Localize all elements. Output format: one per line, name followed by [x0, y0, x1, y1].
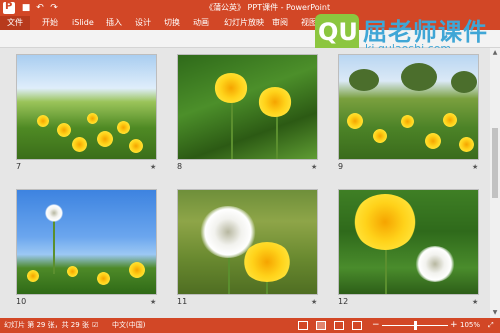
dandelion — [443, 113, 457, 127]
transition-star-icon: ★ — [472, 163, 479, 171]
slide-thumbnail-7[interactable] — [16, 54, 157, 160]
dandelion — [87, 113, 98, 124]
transition-star-icon: ★ — [150, 298, 157, 306]
dandelion — [214, 73, 248, 103]
save-icon[interactable]: ■ — [20, 2, 32, 14]
tab-slideshow[interactable]: 幻灯片放映 — [224, 16, 264, 30]
transition-star-icon: ★ — [311, 298, 318, 306]
reading-view-icon[interactable] — [334, 321, 344, 330]
zoom-slider-thumb[interactable] — [414, 321, 417, 330]
tree — [401, 63, 437, 91]
dandelion — [72, 137, 87, 152]
dandelion — [373, 129, 387, 143]
tree — [349, 69, 379, 91]
slide-thumbnail-9[interactable] — [338, 54, 479, 160]
slide-thumbnail-10[interactable] — [16, 189, 157, 295]
transition-star-icon: ★ — [150, 163, 157, 171]
tab-home[interactable]: 开始 — [42, 16, 58, 30]
spellcheck-icon[interactable]: ☑ — [92, 320, 98, 331]
zoom-in-button[interactable]: + — [450, 320, 458, 331]
slide-number-11: 11 — [177, 297, 188, 306]
scroll-thumb[interactable] — [492, 128, 498, 198]
tab-insert[interactable]: 插入 — [106, 16, 122, 30]
tab-review[interactable]: 审阅 — [272, 16, 288, 30]
tab-transitions[interactable]: 切换 — [164, 16, 180, 30]
window-title: 《蒲公英》 PPT课件 - PowerPoint — [205, 3, 331, 12]
slide-sorter-view-icon[interactable] — [316, 321, 326, 330]
tab-animations[interactable]: 动画 — [193, 16, 209, 30]
dandelion — [97, 272, 110, 285]
transition-star-icon: ★ — [311, 163, 318, 171]
dandelion — [353, 194, 417, 250]
status-bar: 幻灯片 第 29 张，共 29 张 ☑ 中文(中国) − + 105% ⤢ — [0, 318, 500, 333]
dandelion — [129, 139, 143, 153]
undo-icon[interactable]: ↶ — [34, 2, 46, 14]
slide-number-7: 7 — [16, 162, 22, 171]
dandelion-seedhead — [45, 204, 63, 222]
dandelion — [425, 133, 441, 149]
dandelion — [57, 123, 71, 137]
stem — [276, 110, 278, 159]
slide-count-status: 幻灯片 第 29 张，共 29 张 — [4, 321, 89, 329]
slide-thumbnail-11[interactable] — [177, 189, 318, 295]
slide-number-10: 10 — [16, 297, 27, 306]
scroll-up-icon[interactable]: ▲ — [491, 49, 499, 57]
zoom-out-button[interactable]: − — [372, 320, 380, 331]
powerpoint-icon[interactable] — [3, 1, 15, 14]
dandelion — [37, 115, 49, 127]
tree — [451, 71, 477, 93]
fit-to-window-icon[interactable]: ⤢ — [488, 320, 494, 331]
stem — [231, 95, 233, 159]
slide-number-9: 9 — [338, 162, 344, 171]
zoom-level[interactable]: 105% — [460, 320, 480, 331]
dandelion — [129, 262, 145, 278]
dandelion — [97, 131, 113, 147]
dandelion — [459, 137, 474, 152]
normal-view-icon[interactable] — [298, 321, 308, 330]
dandelion — [242, 242, 292, 282]
slide-sorter: 7 ★ 8 ★ 9 ★ 10 ★ 11 ★ 12 ★ — [0, 48, 490, 318]
slide-thumbnail-8[interactable] — [177, 54, 318, 160]
vertical-scrollbar[interactable]: ▲ ▼ — [490, 48, 500, 318]
slide-number-8: 8 — [177, 162, 183, 171]
dandelion-seedhead — [415, 246, 455, 282]
dandelion — [27, 270, 39, 282]
transition-star-icon: ★ — [472, 298, 479, 306]
slide-thumbnail-12[interactable] — [338, 189, 479, 295]
language-status[interactable]: 中文(中国) — [112, 320, 145, 331]
dandelion — [117, 121, 130, 134]
slide-number-12: 12 — [338, 297, 349, 306]
redo-icon[interactable]: ↷ — [48, 2, 60, 14]
dandelion — [347, 113, 363, 129]
dandelion — [401, 115, 414, 128]
slideshow-view-icon[interactable] — [352, 321, 362, 330]
dandelion — [258, 87, 292, 117]
scroll-down-icon[interactable]: ▼ — [491, 309, 499, 317]
tab-islide[interactable]: iSlide — [72, 16, 94, 30]
tab-design[interactable]: 设计 — [135, 16, 151, 30]
dandelion — [67, 266, 78, 277]
stem — [53, 214, 55, 274]
tab-file[interactable]: 文件 — [0, 16, 30, 30]
